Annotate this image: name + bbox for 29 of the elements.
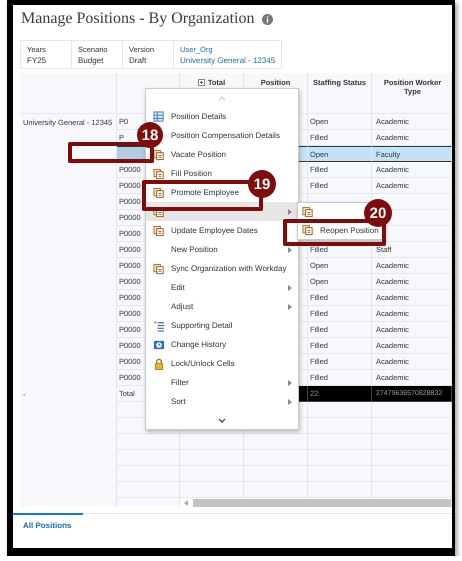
scroll-down-icon[interactable] bbox=[218, 418, 226, 422]
pov-value[interactable]: University General - 12345 bbox=[180, 56, 276, 64]
expand-icon[interactable] bbox=[198, 79, 205, 86]
table-cell bbox=[180, 434, 244, 450]
lock-icon bbox=[153, 358, 165, 370]
table-cell bbox=[117, 482, 180, 498]
table-cell bbox=[244, 434, 308, 450]
document-icon bbox=[153, 262, 165, 274]
document-icon bbox=[153, 224, 165, 236]
document-icon bbox=[302, 206, 314, 218]
grid-icon bbox=[153, 110, 165, 122]
list-icon bbox=[153, 320, 165, 332]
history-icon bbox=[153, 338, 165, 350]
pov-value: Draft bbox=[129, 56, 146, 64]
table-cell bbox=[117, 434, 180, 450]
info-icon[interactable] bbox=[262, 14, 274, 24]
pov-value: Budget bbox=[78, 56, 104, 64]
page-title: Manage Positions - By Organization bbox=[21, 10, 254, 28]
document-icon bbox=[153, 186, 165, 198]
scrollbar-thumb[interactable] bbox=[193, 498, 451, 506]
menu-item[interactable]: Reopen Position bbox=[302, 224, 379, 236]
table-cell bbox=[308, 402, 372, 418]
scroll-left-icon[interactable] bbox=[184, 500, 189, 506]
pov-value: FY25 bbox=[27, 56, 46, 64]
document-icon bbox=[153, 148, 165, 160]
document-icon bbox=[153, 168, 165, 180]
menu-item[interactable]: Vacate Position bbox=[153, 148, 226, 160]
tab[interactable]: All Positions bbox=[13, 513, 84, 538]
document-icon bbox=[302, 224, 314, 236]
